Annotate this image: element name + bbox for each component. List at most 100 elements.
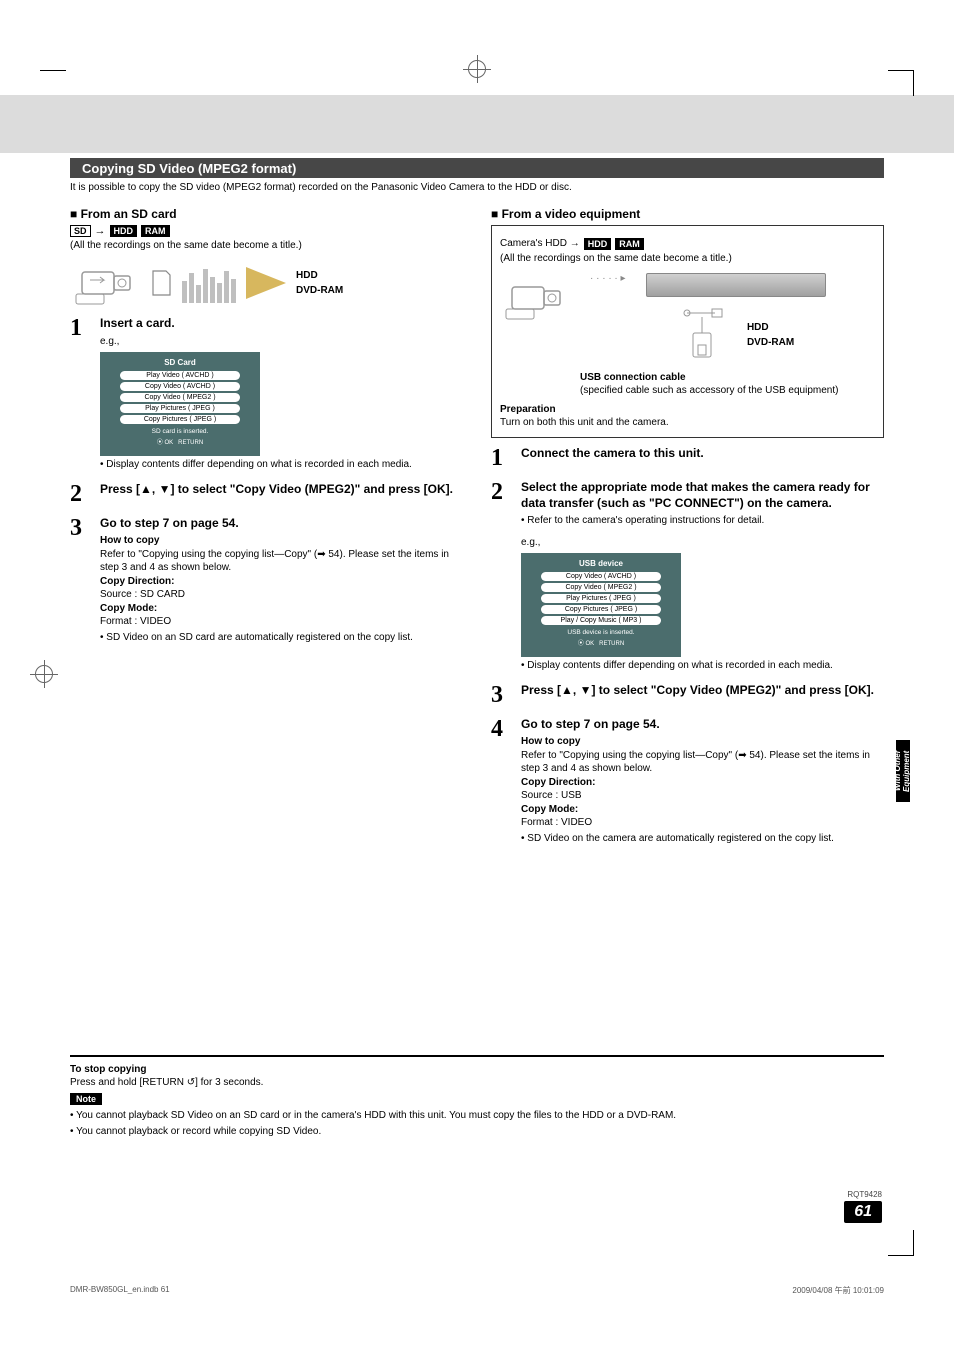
- step-number: 4: [491, 717, 509, 846]
- usb-cable-note: (specified cable such as accessory of th…: [580, 384, 875, 397]
- step-number: 1: [491, 446, 509, 470]
- dialog-option: Copy Pictures ( JPEG ): [541, 605, 661, 614]
- preparation-heading: Preparation: [500, 403, 875, 416]
- step-number: 2: [491, 480, 509, 673]
- badge-line: SD → HDD RAM: [70, 225, 463, 237]
- dialog-footer: USB device is inserted.: [527, 629, 675, 636]
- usb-device-dialog: USB device Copy Video ( AVCHD ) Copy Vid…: [521, 553, 681, 657]
- note-label: Note: [70, 1093, 102, 1105]
- step1-title: Insert a card.: [100, 316, 463, 332]
- arrow: →: [95, 225, 106, 237]
- step-number: 1: [70, 316, 88, 472]
- registration-mark: [463, 69, 491, 70]
- right-heading-text: From a video equipment: [502, 207, 641, 221]
- r-step3-title: Press [▲, ▼] to select "Copy Video (MPEG…: [521, 683, 884, 699]
- stop-heading: To stop copying: [70, 1063, 884, 1076]
- copy-mode-heading: Copy Mode:: [521, 803, 884, 817]
- crop-mark: [40, 70, 66, 96]
- dialog-ok: ⦿ OK RETURN: [106, 437, 254, 446]
- sd-card-dialog: SD Card Play Video ( AVCHD ) Copy Video …: [100, 352, 260, 456]
- camcorder-icon: [500, 273, 570, 323]
- label-hdd: HDD: [747, 320, 794, 335]
- dialog-option: Copy Video ( AVCHD ): [541, 572, 661, 581]
- footer-right: 2009/04/08 午前 10:01:09: [792, 1285, 884, 1296]
- label-dvdram: DVD-RAM: [296, 283, 343, 298]
- stop-section: To stop copying Press and hold [RETURN ↺…: [70, 1055, 884, 1138]
- dialog-option: Play / Copy Music ( MP3 ): [541, 616, 661, 625]
- stop-text: Press and hold [RETURN ↺] for 3 seconds.: [70, 1076, 884, 1089]
- copy-direction-heading: Copy Direction:: [521, 776, 884, 790]
- dialog-title: SD Card: [106, 358, 254, 367]
- left-heading-text: From an SD card: [81, 207, 177, 221]
- r-step2-note: • Refer to the camera's operating instru…: [521, 514, 884, 528]
- badge-note: (All the recordings on the same date bec…: [500, 252, 875, 265]
- usb-connector-icon: [677, 305, 727, 365]
- sd-card-icon: [150, 269, 172, 297]
- copy-mode-value: Format : VIDEO: [100, 615, 463, 629]
- camcorder-icon: [70, 258, 140, 308]
- left-heading: ■ From an SD card: [70, 207, 463, 221]
- dialog-ok: ⦿ OK RETURN: [527, 638, 675, 647]
- eg-label: e.g.,: [521, 536, 884, 550]
- badge-line: Camera's HDD → HDD RAM: [500, 237, 875, 250]
- badge-ram: RAM: [141, 225, 170, 237]
- dialog-option: Play Pictures ( JPEG ): [120, 404, 240, 413]
- copy-direction-heading: Copy Direction:: [100, 575, 463, 589]
- preparation-text: Turn on both this unit and the camera.: [500, 416, 875, 429]
- r-step4-title: Go to step 7 on page 54.: [521, 717, 884, 733]
- dvd-unit-icon: [646, 273, 826, 297]
- copy-direction-value: Source : USB: [521, 789, 884, 803]
- camcorder-diagram: HDD DVD-RAM: [70, 258, 463, 308]
- camera-hdd-prefix: Camera's HDD →: [500, 237, 580, 250]
- copy-mode-value: Format : VIDEO: [521, 816, 884, 830]
- footer: DMR-BW850GL_en.indb 61 2009/04/08 午前 10:…: [70, 1285, 884, 1296]
- header-gray-band: [0, 95, 954, 153]
- note-1: • You cannot playback SD Video on an SD …: [70, 1109, 884, 1123]
- side-tab: With Other Equipment: [896, 740, 910, 802]
- right-heading: ■ From a video equipment: [491, 207, 884, 221]
- badge-hdd: HDD: [584, 238, 612, 250]
- r-step2-media-note: • Display contents differ depending on w…: [521, 659, 884, 673]
- step3-title: Go to step 7 on page 54.: [100, 516, 463, 532]
- media-labels: HDD DVD-RAM: [296, 268, 343, 298]
- page-number-box: RQT9428 61: [844, 1190, 882, 1223]
- dialog-title: USB device: [527, 559, 675, 568]
- crop-mark: [888, 1230, 914, 1256]
- badge-sd: SD: [70, 225, 91, 237]
- usb-cable-heading: USB connection cable: [580, 371, 875, 384]
- label-dvdram: DVD-RAM: [747, 335, 794, 350]
- step3-note: • SD Video on an SD card are automatical…: [100, 631, 463, 645]
- r-step4-note: • SD Video on the camera are automatical…: [521, 832, 884, 846]
- crop-mark: [888, 70, 914, 96]
- badge-hdd: HDD: [110, 225, 138, 237]
- section-title: Copying SD Video (MPEG2 format): [70, 159, 308, 178]
- dialog-option: Copy Video ( AVCHD ): [120, 382, 240, 391]
- footer-left: DMR-BW850GL_en.indb 61: [70, 1285, 170, 1296]
- eg-label: e.g.,: [100, 335, 463, 349]
- registration-mark: [30, 660, 58, 688]
- step1-note: • Display contents differ depending on w…: [100, 458, 463, 472]
- how-to-copy-text: Refer to "Copying using the copying list…: [521, 749, 884, 776]
- rqt-code: RQT9428: [844, 1190, 882, 1199]
- note-2: • You cannot playback or record while co…: [70, 1125, 884, 1139]
- dialog-option: Copy Video ( MPEG2 ): [120, 393, 240, 402]
- how-to-copy-text: Refer to "Copying using the copying list…: [100, 548, 463, 575]
- badge-note: (All the recordings on the same date bec…: [70, 239, 463, 252]
- dialog-option: Play Video ( AVCHD ): [120, 371, 240, 380]
- data-bars-icon: [182, 263, 236, 303]
- dialog-option: Copy Pictures ( JPEG ): [120, 415, 240, 424]
- arrow-right-icon: [246, 267, 286, 299]
- step2-title: Press [▲, ▼] to select "Copy Video (MPEG…: [100, 482, 463, 498]
- r-step2-title: Select the appropriate mode that makes t…: [521, 480, 884, 511]
- label-hdd: HDD: [296, 268, 343, 283]
- intro-text: It is possible to copy the SD video (MPE…: [70, 182, 884, 193]
- step-number: 3: [70, 516, 88, 645]
- step-number: 2: [70, 482, 88, 506]
- r-step1-title: Connect the camera to this unit.: [521, 446, 884, 462]
- page-number: 61: [844, 1201, 882, 1223]
- copy-direction-value: Source : SD CARD: [100, 588, 463, 602]
- step-number: 3: [491, 683, 509, 707]
- dialog-option: Play Pictures ( JPEG ): [541, 594, 661, 603]
- registration-mark: [896, 660, 924, 688]
- dialog-footer: SD card is inserted.: [106, 428, 254, 435]
